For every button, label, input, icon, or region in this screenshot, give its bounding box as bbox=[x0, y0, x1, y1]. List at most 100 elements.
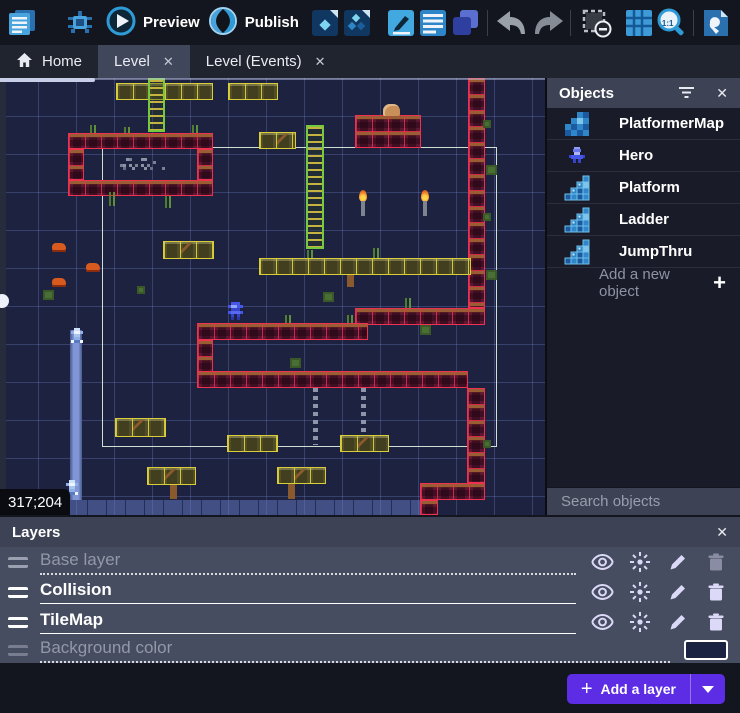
tab-level-events[interactable]: Level (Events) ✕ bbox=[190, 45, 342, 78]
visibility-eye-icon[interactable] bbox=[590, 554, 614, 570]
scene-yellow[interactable] bbox=[259, 258, 471, 275]
add-object-icon[interactable] bbox=[309, 6, 341, 40]
scene-grass[interactable] bbox=[345, 315, 355, 323]
grid-icon[interactable] bbox=[623, 6, 655, 40]
edit-pencil-icon[interactable] bbox=[666, 613, 690, 631]
scene-critter[interactable] bbox=[52, 278, 66, 287]
scene-moss[interactable] bbox=[290, 358, 301, 368]
scene-yellow[interactable] bbox=[227, 435, 278, 452]
scene-chain[interactable] bbox=[361, 388, 366, 435]
scene-red[interactable] bbox=[68, 133, 213, 149]
scene-critter[interactable] bbox=[52, 243, 66, 252]
delete-trash-icon[interactable] bbox=[704, 613, 728, 631]
scene-figure[interactable] bbox=[71, 328, 74, 331]
undo-icon[interactable] bbox=[494, 6, 526, 40]
scene-pillar[interactable] bbox=[70, 330, 82, 500]
layer-row-base-layer[interactable]: Base layer bbox=[0, 547, 740, 577]
scene-moss[interactable] bbox=[483, 440, 491, 448]
add-layer-dropdown[interactable] bbox=[691, 686, 725, 693]
scene-bar[interactable] bbox=[68, 500, 420, 515]
add-new-object-button[interactable]: Add a new object + bbox=[547, 268, 740, 298]
object-row-platformermap[interactable]: PlatformerMap bbox=[547, 108, 740, 140]
object-row-platform[interactable]: Platform bbox=[547, 172, 740, 204]
add-layer-button[interactable]: + Add a layer bbox=[567, 674, 725, 704]
effects-icon[interactable] bbox=[628, 612, 652, 632]
object-groups-icon[interactable] bbox=[341, 6, 373, 40]
close-panel-icon[interactable]: ✕ bbox=[716, 85, 728, 102]
close-tab-icon[interactable]: ✕ bbox=[163, 54, 174, 70]
tab-home[interactable]: Home bbox=[0, 45, 98, 78]
edit-pencil-icon[interactable] bbox=[666, 583, 690, 601]
drag-handle-icon[interactable] bbox=[8, 645, 28, 656]
layer-row-collision[interactable]: Collision bbox=[0, 577, 740, 607]
layer-row-background-color[interactable]: Background color bbox=[0, 637, 740, 663]
scene-moss[interactable] bbox=[486, 165, 497, 175]
scene-editor-canvas[interactable]: 317;204 bbox=[0, 78, 545, 515]
scene-moss[interactable] bbox=[483, 120, 491, 128]
visibility-eye-icon[interactable] bbox=[590, 584, 614, 600]
scene-red[interactable] bbox=[197, 371, 468, 388]
scene-moss[interactable] bbox=[486, 270, 497, 280]
scene-grass[interactable] bbox=[403, 298, 413, 308]
canvas-scrollbar-handle[interactable] bbox=[0, 294, 9, 308]
scene-grass[interactable] bbox=[371, 248, 381, 258]
scene-moss[interactable] bbox=[420, 325, 431, 335]
scene-torch[interactable] bbox=[420, 190, 430, 216]
scene-yellow[interactable] bbox=[147, 467, 196, 485]
edit-pencil-icon[interactable] bbox=[666, 553, 690, 571]
scene-red[interactable] bbox=[197, 323, 368, 340]
scene-grass[interactable] bbox=[122, 127, 132, 133]
delete-selection-icon[interactable] bbox=[581, 6, 613, 40]
scene-yellow[interactable] bbox=[163, 241, 214, 259]
close-tab-icon[interactable]: ✕ bbox=[315, 54, 326, 70]
scene-grass[interactable] bbox=[283, 315, 293, 323]
scene-red[interactable] bbox=[68, 149, 84, 180]
close-panel-icon[interactable]: ✕ bbox=[716, 524, 728, 541]
scene-yellow[interactable] bbox=[228, 83, 278, 100]
properties-list-icon[interactable] bbox=[417, 6, 449, 40]
scene-yellow[interactable] bbox=[259, 132, 296, 149]
preview-button[interactable]: Preview bbox=[106, 6, 200, 40]
visibility-eye-icon[interactable] bbox=[590, 614, 614, 630]
layer-row-tilemap[interactable]: TileMap bbox=[0, 607, 740, 637]
background-color-swatch[interactable] bbox=[684, 640, 728, 660]
object-row-ladder[interactable]: Ladder bbox=[547, 204, 740, 236]
scene-stem[interactable] bbox=[288, 484, 295, 499]
edit-scene-icon[interactable] bbox=[385, 6, 417, 40]
scene-yellow[interactable] bbox=[340, 435, 389, 452]
scene-red[interactable] bbox=[355, 308, 485, 325]
scene-grass[interactable] bbox=[163, 196, 173, 208]
redo-icon[interactable] bbox=[532, 6, 564, 40]
scene-grass[interactable] bbox=[305, 250, 315, 258]
scene-grass[interactable] bbox=[190, 125, 200, 133]
delete-trash-icon[interactable] bbox=[704, 553, 728, 571]
scene-red[interactable] bbox=[420, 483, 485, 500]
scene-moss[interactable] bbox=[137, 286, 145, 294]
drag-handle-icon[interactable] bbox=[8, 587, 28, 598]
scene-yellow[interactable] bbox=[115, 418, 166, 437]
scene-yellow[interactable] bbox=[277, 467, 326, 484]
scene-red[interactable] bbox=[68, 180, 213, 196]
scene-red[interactable] bbox=[197, 149, 213, 180]
filter-icon[interactable] bbox=[679, 85, 694, 102]
scene-red[interactable] bbox=[420, 500, 438, 515]
drag-handle-icon[interactable] bbox=[8, 617, 28, 628]
scene-bones[interactable] bbox=[120, 158, 123, 161]
delete-trash-icon[interactable] bbox=[704, 583, 728, 601]
instances-list-icon[interactable] bbox=[449, 6, 481, 40]
publish-button[interactable]: Publish bbox=[208, 6, 299, 40]
scene-moss[interactable] bbox=[323, 292, 334, 302]
object-row-jumpthru[interactable]: JumpThru bbox=[547, 236, 740, 268]
scene-critter[interactable] bbox=[86, 263, 100, 272]
scene-red[interactable] bbox=[467, 388, 485, 483]
tools-icon[interactable] bbox=[700, 6, 732, 40]
canvas-scrollbar-thumb[interactable] bbox=[0, 78, 95, 82]
scene-chain[interactable] bbox=[313, 388, 318, 445]
scene-figure[interactable] bbox=[66, 480, 69, 483]
project-manager-icon[interactable] bbox=[6, 6, 38, 40]
object-row-hero[interactable]: Hero bbox=[547, 140, 740, 172]
scene-ladder[interactable] bbox=[306, 125, 324, 249]
scene-hero[interactable] bbox=[228, 302, 231, 305]
scene-mushroom[interactable] bbox=[383, 104, 400, 116]
scene-stem[interactable] bbox=[347, 275, 354, 287]
